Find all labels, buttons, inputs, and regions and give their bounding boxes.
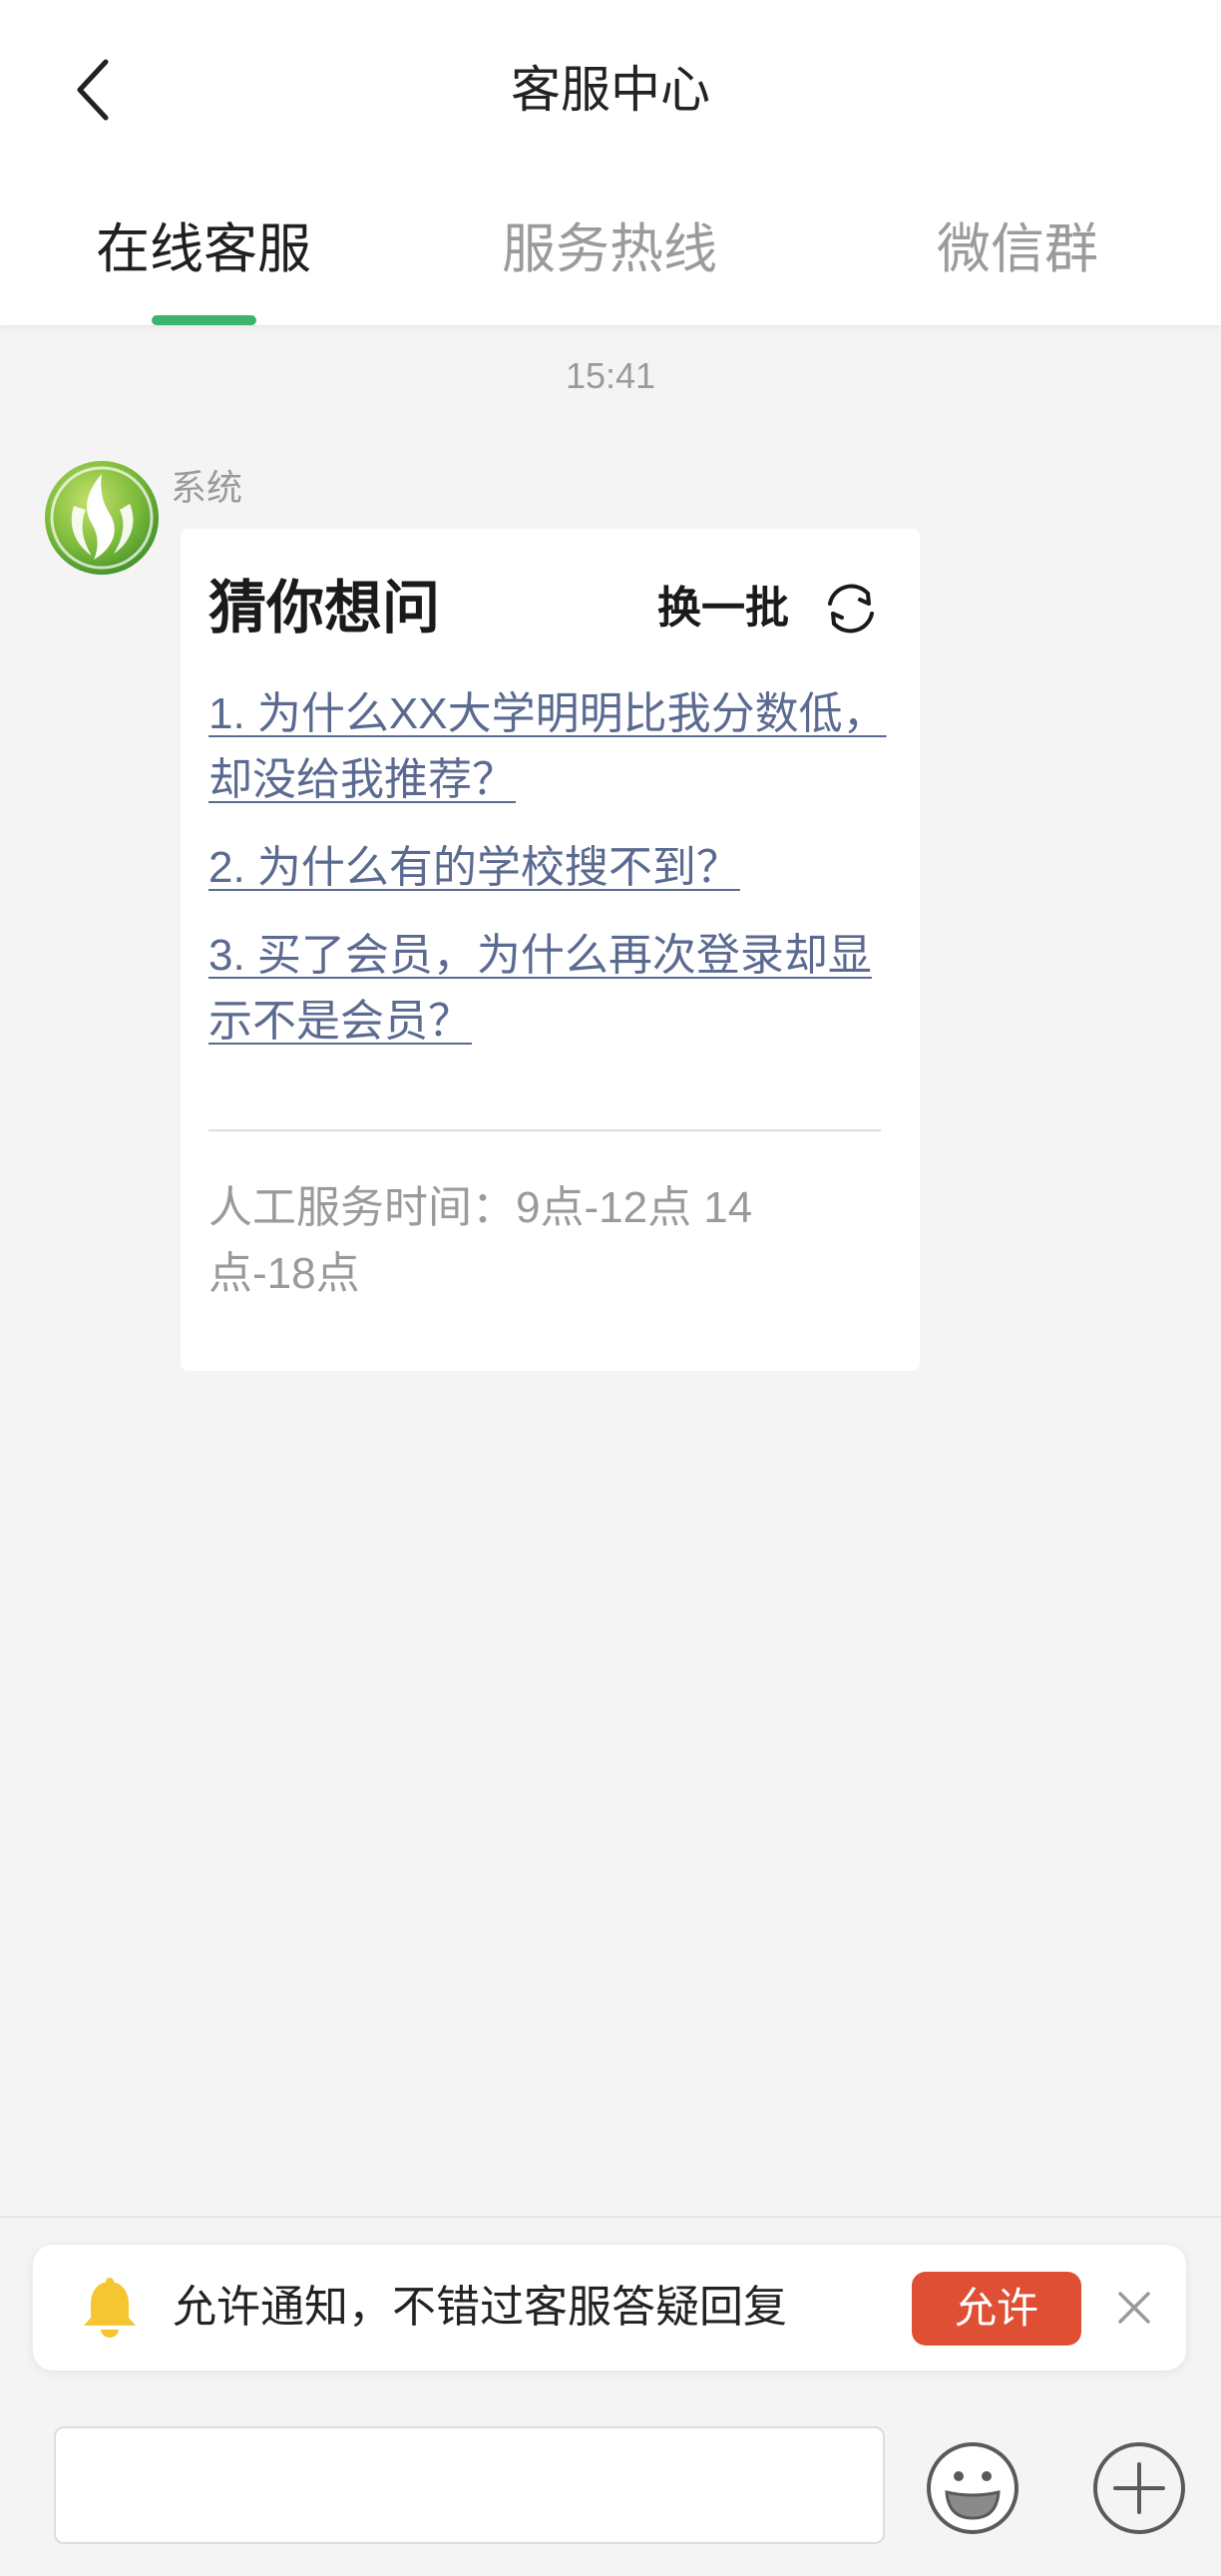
- tab-online-service[interactable]: 在线客服: [44, 215, 363, 284]
- refresh-icon[interactable]: [822, 580, 880, 638]
- notification-text: 允许通知，不错过客服答疑回复: [173, 2283, 787, 2332]
- header: 客服中心 在线客服 服务热线 微信群: [0, 0, 1221, 325]
- allow-notification-button[interactable]: 允许: [912, 2272, 1081, 2346]
- active-tab-indicator: [152, 315, 256, 325]
- question-link[interactable]: 1. 为什么XX大学明明比我分数低，却没给我推荐？: [208, 681, 892, 813]
- faq-card: 猜你想问 换一批 1. 为什么XX大学明明比我分数低，却没给我推荐？ 2. 为什…: [181, 529, 920, 1371]
- message-input[interactable]: [54, 2426, 885, 2544]
- avatar: [44, 460, 160, 576]
- close-icon[interactable]: [1114, 2288, 1154, 2328]
- leaf-logo-icon: [45, 461, 159, 575]
- divider: [208, 1129, 881, 1131]
- emoji-icon[interactable]: [925, 2440, 1020, 2536]
- divider: [0, 2216, 1221, 2218]
- refresh-button[interactable]: 换一批: [657, 584, 789, 634]
- question-link[interactable]: 3. 买了会员，为什么再次登录却显示不是会员？: [208, 923, 892, 1055]
- tab-wechat-group[interactable]: 微信群: [858, 215, 1177, 284]
- notification-banner: 允许通知，不错过客服答疑回复 允许: [33, 2245, 1186, 2370]
- plus-icon[interactable]: [1091, 2440, 1187, 2536]
- message-timestamp: 15:41: [565, 355, 656, 396]
- card-title: 猜你想问: [208, 576, 441, 641]
- tab-service-hotline[interactable]: 服务热线: [450, 215, 769, 284]
- question-list: 1. 为什么XX大学明明比我分数低，却没给我推荐？ 2. 为什么有的学校搜不到？…: [208, 681, 892, 1076]
- service-hours: 人工服务时间：9点-12点 14点-18点: [208, 1183, 753, 1298]
- sender-name: 系统: [171, 467, 243, 508]
- bell-icon: [80, 2278, 140, 2340]
- question-link[interactable]: 2. 为什么有的学校搜不到？: [208, 835, 892, 901]
- page-title: 客服中心: [511, 62, 710, 118]
